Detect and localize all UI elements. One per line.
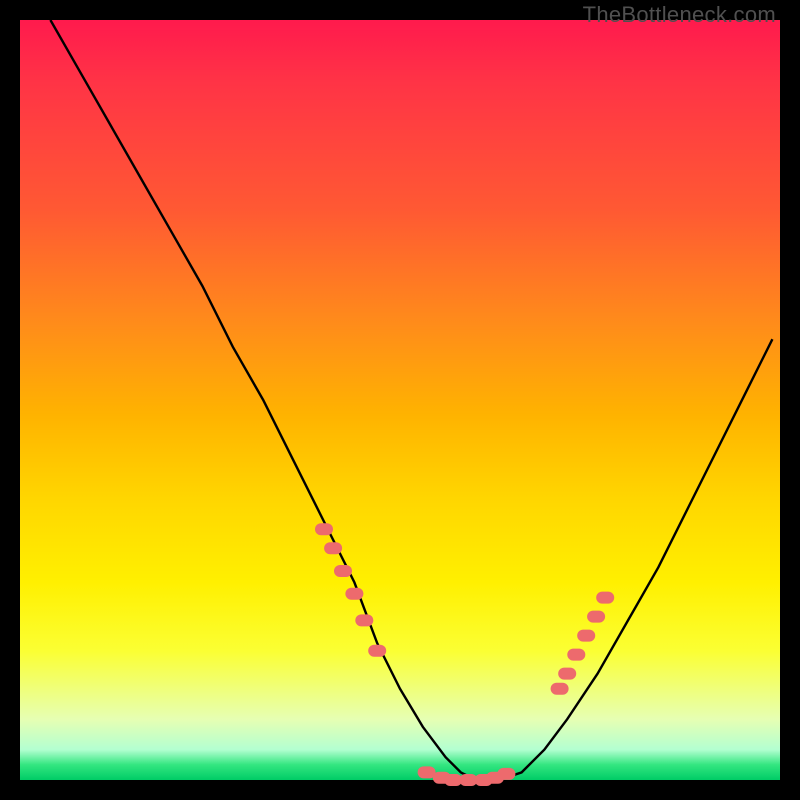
curve-marker — [497, 768, 515, 780]
chart-plot-area — [20, 20, 780, 780]
chart-svg — [20, 20, 780, 780]
bottleneck-curve — [50, 20, 772, 780]
curve-marker — [596, 592, 614, 604]
curve-marker — [315, 523, 333, 535]
curve-marker — [577, 630, 595, 642]
curve-marker — [368, 645, 386, 657]
curve-marker — [567, 649, 585, 661]
curve-marker — [551, 683, 569, 695]
curve-marker — [334, 565, 352, 577]
curve-marker — [355, 614, 373, 626]
curve-marker — [558, 668, 576, 680]
marker-group — [315, 523, 614, 786]
chart-frame: TheBottleneck.com — [0, 0, 800, 800]
curve-marker — [418, 766, 436, 778]
curve-marker — [324, 542, 342, 554]
curve-marker — [345, 588, 363, 600]
curve-marker — [587, 611, 605, 623]
